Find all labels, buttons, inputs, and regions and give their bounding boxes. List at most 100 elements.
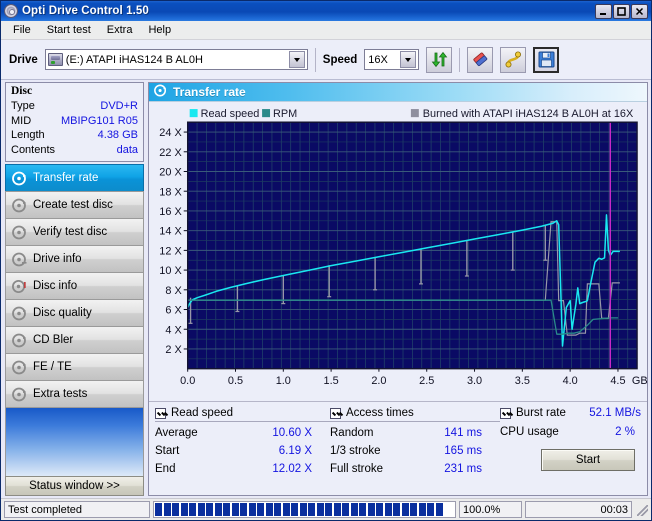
- drive-label: Drive: [9, 53, 38, 66]
- disc-row-mid: MID MBIPG101 R05: [11, 114, 138, 129]
- stat-value: 10.60 X: [272, 427, 312, 439]
- svg-text:3.0: 3.0: [467, 375, 482, 387]
- svg-text:2.0: 2.0: [371, 375, 386, 387]
- access-times-checkbox[interactable]: [330, 407, 341, 419]
- stat-row-random: Random 141 ms: [330, 424, 500, 442]
- progress-bar-fill: [155, 503, 443, 516]
- svg-text:24 X: 24 X: [159, 127, 182, 139]
- sidebar-item-transfer-rate[interactable]: Transfer rate: [5, 164, 144, 191]
- drive-icon: [47, 53, 63, 66]
- svg-text:4.0: 4.0: [563, 375, 578, 387]
- stat-value: 165 ms: [444, 445, 482, 457]
- sidebar-item-drive-info[interactable]: Drive info: [5, 245, 144, 272]
- stat-key: End: [155, 463, 176, 475]
- toolbar-divider-1: [314, 47, 316, 72]
- stat-row-start: Start 6.19 X: [155, 442, 330, 460]
- burst-rate-header: Burst rate 52.1 MB/s: [500, 407, 641, 421]
- close-button[interactable]: [631, 3, 648, 19]
- save-button[interactable]: [533, 46, 560, 73]
- save-icon: [538, 51, 555, 68]
- start-button[interactable]: Start: [541, 449, 635, 471]
- disc-row-value: DVD+R: [100, 100, 138, 112]
- menu-item-extra[interactable]: Extra: [100, 22, 140, 38]
- menu-item-file[interactable]: File: [6, 22, 38, 38]
- burst-rate-stats: Burst rate 52.1 MB/s CPU usage 2 % Start: [500, 407, 641, 491]
- stat-key: Full stroke: [330, 463, 384, 475]
- sidebar-item-fe-te[interactable]: FE / TE: [5, 353, 144, 380]
- svg-text:12 X: 12 X: [159, 245, 182, 257]
- burst-rate-checkbox[interactable]: [500, 407, 511, 419]
- menu-item-start-test[interactable]: Start test: [40, 22, 98, 38]
- drive-select[interactable]: (E:) ATAPI iHAS124 B AL0H: [44, 49, 308, 70]
- transfer-rate-chart: Read speed RPM Burned with ATAPI iHAS124 B…: [149, 102, 647, 401]
- stat-key: CPU usage: [500, 426, 559, 438]
- svg-text:GB: GB: [632, 375, 647, 387]
- sidebar-item-label: Verify test disc: [33, 226, 108, 238]
- disc-icon: [4, 4, 18, 18]
- sidebar-item-label: Transfer rate: [33, 172, 99, 184]
- window-controls: [595, 3, 648, 19]
- sidebar: Disc Type DVD+R MID MBIPG101 R05 Length …: [5, 82, 144, 498]
- disc-create-icon: [12, 198, 27, 213]
- drive-select-value: (E:) ATAPI iHAS124 B AL0H: [65, 53, 203, 66]
- page-title: Transfer rate: [173, 85, 246, 99]
- disc-row-length: Length 4.38 GB: [11, 128, 138, 143]
- svg-text:14 X: 14 X: [159, 226, 182, 238]
- refresh-button[interactable]: [426, 46, 453, 73]
- access-times-header: Access times: [330, 407, 500, 422]
- sidebar-item-extra-tests[interactable]: Extra tests: [5, 380, 144, 407]
- svg-text:22 X: 22 X: [159, 147, 182, 159]
- sidebar-nav: Transfer rate Create test disc Verify te…: [5, 164, 144, 476]
- sidebar-item-create-test-disc[interactable]: Create test disc: [5, 191, 144, 218]
- sidebar-item-verify-test-disc[interactable]: Verify test disc: [5, 218, 144, 245]
- disc-panel-title: Disc: [11, 85, 33, 97]
- disc-row-value: 4.38 GB: [97, 129, 138, 141]
- disc-fete-icon: [12, 360, 27, 375]
- status-window-button[interactable]: Status window >>: [5, 476, 144, 496]
- cable-button[interactable]: [500, 46, 527, 73]
- sidebar-item-disc-info[interactable]: Disc info: [5, 272, 144, 299]
- svg-text:10 X: 10 X: [159, 265, 182, 277]
- disc-verify-icon: [12, 225, 27, 240]
- stat-value: 231 ms: [444, 463, 482, 475]
- svg-text:2.5: 2.5: [419, 375, 434, 387]
- menu-item-help[interactable]: Help: [141, 22, 178, 38]
- svg-text:0.5: 0.5: [228, 375, 243, 387]
- disc-row-type: Type DVD+R: [11, 99, 138, 114]
- refresh-icon: [431, 51, 448, 68]
- sidebar-item-cd-bler[interactable]: CD Bler: [5, 326, 144, 353]
- body: Disc Type DVD+R MID MBIPG101 R05 Length …: [1, 80, 651, 498]
- read-speed-checkbox[interactable]: [155, 407, 166, 419]
- minimize-button[interactable]: [595, 3, 612, 19]
- maximize-button[interactable]: [613, 3, 630, 19]
- svg-text:6 X: 6 X: [165, 304, 182, 316]
- disc-row-key: Contents: [11, 143, 56, 156]
- stat-key: Average: [155, 427, 198, 439]
- svg-text:0.0: 0.0: [180, 375, 195, 387]
- sidebar-item-label: Disc info: [33, 280, 78, 292]
- stat-row-cpu-usage: CPU usage 2 %: [500, 423, 641, 441]
- progress-bar: [153, 501, 456, 518]
- stat-row-third-stroke: 1/3 stroke 165 ms: [330, 442, 500, 460]
- sidebar-item-label: Drive info: [33, 253, 82, 265]
- svg-text:4 X: 4 X: [165, 324, 182, 336]
- sidebar-item-disc-quality[interactable]: Disc quality: [5, 299, 144, 326]
- stat-value: 141 ms: [444, 427, 482, 439]
- sidebar-item-label: Extra tests: [33, 388, 88, 400]
- app-window: Opti Drive Control 1.50 File Start test …: [0, 0, 652, 521]
- disc-row-value: data: [116, 143, 138, 156]
- svg-text:18 X: 18 X: [159, 186, 182, 198]
- svg-text:RPM: RPM: [273, 108, 297, 120]
- disc-extra-icon: [12, 387, 27, 402]
- chevron-down-icon[interactable]: [400, 51, 417, 68]
- sidebar-item-label: Disc quality: [33, 307, 92, 319]
- resize-grip-icon[interactable]: [636, 504, 648, 516]
- svg-text:1.0: 1.0: [276, 375, 291, 387]
- toolbar-divider-2: [459, 47, 461, 72]
- svg-text:2 X: 2 X: [165, 344, 182, 356]
- stat-row-end: End 12.02 X: [155, 460, 330, 478]
- erase-button[interactable]: [467, 46, 494, 73]
- svg-text:Read speed: Read speed: [201, 108, 260, 120]
- speed-select[interactable]: 16X: [364, 49, 420, 70]
- chevron-down-icon[interactable]: [288, 51, 305, 68]
